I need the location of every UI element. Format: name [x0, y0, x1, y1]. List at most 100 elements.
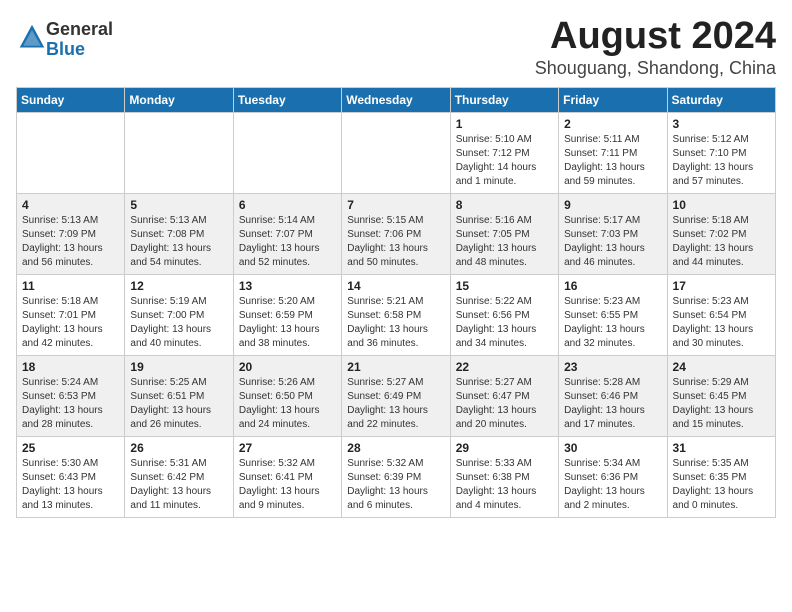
calendar-cell: 25Sunrise: 5:30 AM Sunset: 6:43 PM Dayli…: [17, 436, 125, 517]
calendar-cell: 22Sunrise: 5:27 AM Sunset: 6:47 PM Dayli…: [450, 355, 558, 436]
calendar-cell: [342, 112, 450, 193]
calendar-cell: 13 Sunrise: 5:20 AM Sunset: 6:59 PM Dayli…: [233, 274, 341, 355]
day-number: 7: [347, 198, 444, 212]
calendar-cell: 12 Sunrise: 5:19 AM Sunset: 7:00 PM Dayli…: [125, 274, 233, 355]
day-info: Sunrise: 5:31 AM Sunset: 6:42 PM Dayligh…: [130, 457, 227, 513]
day-info: Sunrise: 5:23 AM Sunset: 6:55 PM Dayligh…: [564, 295, 661, 351]
title-block: August 2024 Shouguang, Shandong, China: [535, 16, 776, 79]
day-number: 2: [564, 117, 661, 131]
day-number: 1: [456, 117, 553, 131]
calendar-title: August 2024: [535, 16, 776, 58]
calendar-cell: 3Sunrise: 5:12 AM Sunset: 7:10 PM Daylig…: [667, 112, 775, 193]
day-info: Sunrise: 5:30 AM Sunset: 6:43 PM Dayligh…: [22, 457, 119, 513]
day-info: Sunrise: 5:10 AM Sunset: 7:12 PM Dayligh…: [456, 133, 553, 189]
header-monday: Monday: [125, 87, 233, 112]
calendar-cell: 31 Sunrise: 5:35 AM Sunset: 6:35 PM Dayli…: [667, 436, 775, 517]
calendar-cell: 17Sunrise: 5:23 AM Sunset: 6:54 PM Dayli…: [667, 274, 775, 355]
day-info: Sunrise: 5:15 AM Sunset: 7:06 PM Dayligh…: [347, 214, 444, 270]
calendar-week-5: 25Sunrise: 5:30 AM Sunset: 6:43 PM Dayli…: [17, 436, 776, 517]
day-number: 13: [239, 279, 336, 293]
day-info: Sunrise: 5:24 AM Sunset: 6:53 PM Dayligh…: [22, 376, 119, 432]
logo-text: General Blue: [46, 20, 113, 60]
calendar-week-3: 11 Sunrise: 5:18 AM Sunset: 7:01 PM Dayli…: [17, 274, 776, 355]
day-number: 24: [673, 360, 770, 374]
header-wednesday: Wednesday: [342, 87, 450, 112]
calendar-cell: [17, 112, 125, 193]
calendar-week-4: 18 Sunrise: 5:24 AM Sunset: 6:53 PM Dayli…: [17, 355, 776, 436]
day-number: 14: [347, 279, 444, 293]
day-info: Sunrise: 5:23 AM Sunset: 6:54 PM Dayligh…: [673, 295, 770, 351]
day-number: 4: [22, 198, 119, 212]
day-number: 3: [673, 117, 770, 131]
calendar-cell: 18 Sunrise: 5:24 AM Sunset: 6:53 PM Dayli…: [17, 355, 125, 436]
day-info: Sunrise: 5:11 AM Sunset: 7:11 PM Dayligh…: [564, 133, 661, 189]
calendar-cell: 21 Sunrise: 5:27 AM Sunset: 6:49 PM Dayli…: [342, 355, 450, 436]
day-info: Sunrise: 5:13 AM Sunset: 7:08 PM Dayligh…: [130, 214, 227, 270]
calendar-cell: 30 Sunrise: 5:34 AM Sunset: 6:36 PM Dayli…: [559, 436, 667, 517]
day-number: 6: [239, 198, 336, 212]
day-number: 29: [456, 441, 553, 455]
day-number: 30: [564, 441, 661, 455]
day-info: Sunrise: 5:18 AM Sunset: 7:01 PM Dayligh…: [22, 295, 119, 351]
day-number: 21: [347, 360, 444, 374]
day-info: Sunrise: 5:17 AM Sunset: 7:03 PM Dayligh…: [564, 214, 661, 270]
calendar-cell: 28 Sunrise: 5:32 AM Sunset: 6:39 PM Dayli…: [342, 436, 450, 517]
header-saturday: Saturday: [667, 87, 775, 112]
calendar-cell: 1 Sunrise: 5:10 AM Sunset: 7:12 PM Daylig…: [450, 112, 558, 193]
calendar-cell: 4 Sunrise: 5:13 AM Sunset: 7:09 PM Daylig…: [17, 193, 125, 274]
day-info: Sunrise: 5:20 AM Sunset: 6:59 PM Dayligh…: [239, 295, 336, 351]
page-header: General Blue August 2024 Shouguang, Shan…: [16, 16, 776, 79]
day-number: 23: [564, 360, 661, 374]
day-number: 26: [130, 441, 227, 455]
calendar-cell: 24 Sunrise: 5:29 AM Sunset: 6:45 PM Dayli…: [667, 355, 775, 436]
day-info: Sunrise: 5:26 AM Sunset: 6:50 PM Dayligh…: [239, 376, 336, 432]
calendar-subtitle: Shouguang, Shandong, China: [535, 58, 776, 79]
calendar-cell: [233, 112, 341, 193]
day-number: 19: [130, 360, 227, 374]
calendar-cell: 14Sunrise: 5:21 AM Sunset: 6:58 PM Dayli…: [342, 274, 450, 355]
calendar-cell: 15Sunrise: 5:22 AM Sunset: 6:56 PM Dayli…: [450, 274, 558, 355]
day-number: 15: [456, 279, 553, 293]
calendar-cell: 10 Sunrise: 5:18 AM Sunset: 7:02 PM Dayli…: [667, 193, 775, 274]
calendar-cell: 9 Sunrise: 5:17 AM Sunset: 7:03 PM Daylig…: [559, 193, 667, 274]
day-info: Sunrise: 5:35 AM Sunset: 6:35 PM Dayligh…: [673, 457, 770, 513]
day-info: Sunrise: 5:27 AM Sunset: 6:49 PM Dayligh…: [347, 376, 444, 432]
day-number: 12: [130, 279, 227, 293]
calendar-cell: 29Sunrise: 5:33 AM Sunset: 6:38 PM Dayli…: [450, 436, 558, 517]
day-number: 9: [564, 198, 661, 212]
header-sunday: Sunday: [17, 87, 125, 112]
day-number: 5: [130, 198, 227, 212]
calendar-cell: 26 Sunrise: 5:31 AM Sunset: 6:42 PM Dayli…: [125, 436, 233, 517]
calendar-cell: 8Sunrise: 5:16 AM Sunset: 7:05 PM Daylig…: [450, 193, 558, 274]
header-tuesday: Tuesday: [233, 87, 341, 112]
day-info: Sunrise: 5:34 AM Sunset: 6:36 PM Dayligh…: [564, 457, 661, 513]
calendar-cell: 16 Sunrise: 5:23 AM Sunset: 6:55 PM Dayli…: [559, 274, 667, 355]
day-info: Sunrise: 5:29 AM Sunset: 6:45 PM Dayligh…: [673, 376, 770, 432]
day-info: Sunrise: 5:25 AM Sunset: 6:51 PM Dayligh…: [130, 376, 227, 432]
logo: General Blue: [16, 20, 113, 60]
day-info: Sunrise: 5:27 AM Sunset: 6:47 PM Dayligh…: [456, 376, 553, 432]
calendar-cell: 20Sunrise: 5:26 AM Sunset: 6:50 PM Dayli…: [233, 355, 341, 436]
header-thursday: Thursday: [450, 87, 558, 112]
calendar-cell: 27 Sunrise: 5:32 AM Sunset: 6:41 PM Dayli…: [233, 436, 341, 517]
calendar-week-2: 4 Sunrise: 5:13 AM Sunset: 7:09 PM Daylig…: [17, 193, 776, 274]
day-number: 28: [347, 441, 444, 455]
day-info: Sunrise: 5:18 AM Sunset: 7:02 PM Dayligh…: [673, 214, 770, 270]
day-number: 10: [673, 198, 770, 212]
calendar-cell: 7 Sunrise: 5:15 AM Sunset: 7:06 PM Daylig…: [342, 193, 450, 274]
header-friday: Friday: [559, 87, 667, 112]
day-info: Sunrise: 5:32 AM Sunset: 6:41 PM Dayligh…: [239, 457, 336, 513]
day-number: 18: [22, 360, 119, 374]
day-number: 31: [673, 441, 770, 455]
day-number: 11: [22, 279, 119, 293]
calendar-cell: [125, 112, 233, 193]
day-info: Sunrise: 5:32 AM Sunset: 6:39 PM Dayligh…: [347, 457, 444, 513]
logo-icon: [18, 23, 46, 51]
day-number: 27: [239, 441, 336, 455]
day-info: Sunrise: 5:13 AM Sunset: 7:09 PM Dayligh…: [22, 214, 119, 270]
calendar-cell: 2 Sunrise: 5:11 AM Sunset: 7:11 PM Daylig…: [559, 112, 667, 193]
calendar-cell: 5 Sunrise: 5:13 AM Sunset: 7:08 PM Daylig…: [125, 193, 233, 274]
day-info: Sunrise: 5:19 AM Sunset: 7:00 PM Dayligh…: [130, 295, 227, 351]
day-number: 16: [564, 279, 661, 293]
day-info: Sunrise: 5:16 AM Sunset: 7:05 PM Dayligh…: [456, 214, 553, 270]
